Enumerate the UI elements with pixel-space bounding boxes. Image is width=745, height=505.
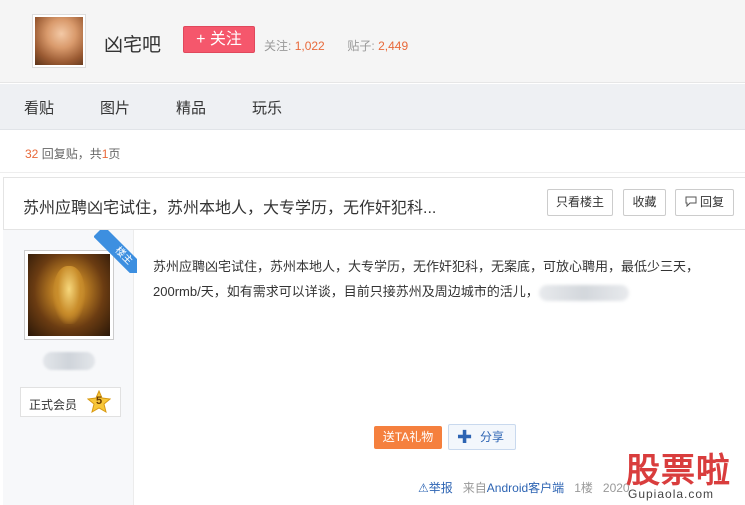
- favorite-button[interactable]: 收藏: [623, 189, 666, 216]
- watermark-cn: 股票啦: [626, 451, 731, 491]
- reply-count: 32: [25, 147, 39, 161]
- member-badge[interactable]: 正式会员 5: [20, 387, 121, 417]
- reply-icon: [685, 196, 697, 208]
- post-title: 苏州应聘凶宅试住，苏州本地人，大专学历，无作奸犯科...: [23, 200, 437, 217]
- forum-nav: 看贴 图片 精品 玩乐: [0, 84, 745, 130]
- forum-header: 凶宅吧 + 关注 关注: 1,022 贴子: 2,449: [0, 0, 745, 83]
- watermark-en: Gupiaola.com: [628, 487, 715, 501]
- op-badge: 楼主: [94, 230, 137, 273]
- source-link[interactable]: Android客户端: [487, 481, 564, 495]
- forum-avatar[interactable]: [32, 14, 86, 68]
- source-prefix: 来自: [462, 481, 487, 495]
- forum-stats: 关注: 1,022 贴子: 2,449: [264, 37, 408, 54]
- tab-featured[interactable]: 精品: [176, 97, 206, 118]
- post-content: 苏州应聘凶宅试住，苏州本地人，大专学历，无作奸犯科，无案底，可放心聘用，最低少三…: [153, 254, 733, 304]
- follow-button[interactable]: + 关注: [183, 26, 255, 53]
- report-link[interactable]: ⚠举报: [418, 481, 453, 495]
- level-number: 5: [95, 395, 103, 407]
- reply-text: 回复贴，共: [41, 147, 102, 161]
- reply-bar: 32 回复贴，共1页: [0, 131, 745, 173]
- share-plus-icon: ✚: [457, 427, 473, 447]
- posts-stat-label: 贴子:: [347, 39, 375, 53]
- only-op-button[interactable]: 只看楼主: [547, 189, 613, 216]
- reply-text-end: 页: [108, 147, 121, 161]
- share-label: 分享: [480, 430, 505, 444]
- post-footer: ⚠举报 来自Android客户端 1楼 2020: [418, 479, 630, 496]
- send-gift-button[interactable]: 送TA礼物: [374, 426, 442, 449]
- share-button[interactable]: ✚ 分享: [448, 424, 516, 450]
- member-label: 正式会员: [29, 398, 78, 412]
- reply-button[interactable]: 回复: [675, 189, 734, 216]
- forum-name[interactable]: 凶宅吧: [104, 30, 161, 57]
- reply-info: 32 回复贴，共1页: [25, 145, 120, 162]
- floor-number: 1楼: [574, 481, 593, 495]
- contact-blurred: [538, 284, 629, 301]
- reply-button-label: 回复: [699, 195, 724, 209]
- follow-stat-label: 关注:: [264, 39, 292, 53]
- tab-images[interactable]: 图片: [100, 97, 130, 118]
- site-watermark: 股票啦 Gupiaola.com: [626, 443, 745, 505]
- follow-count: 1,022: [294, 39, 325, 53]
- tab-posts[interactable]: 看贴: [24, 97, 54, 118]
- author-sidebar: 楼主 正式会员 5: [3, 230, 137, 505]
- posts-count: 2,449: [378, 39, 409, 53]
- post-title-bar: 苏州应聘凶宅试住，苏州本地人，大专学历，无作奸犯科... 只看楼主 收藏 回复: [3, 177, 745, 230]
- tab-fun[interactable]: 玩乐: [252, 97, 282, 118]
- author-name-blurred[interactable]: [43, 352, 95, 370]
